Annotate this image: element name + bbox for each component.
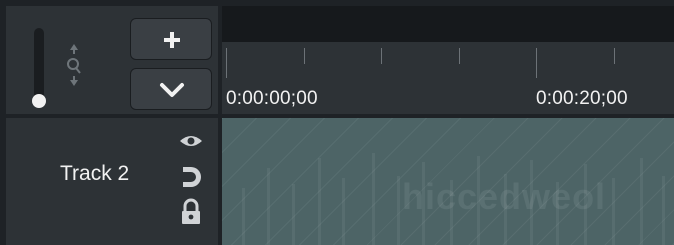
minor-tick	[459, 48, 460, 64]
track-name[interactable]: Track 2	[60, 162, 129, 186]
magnet-icon[interactable]	[180, 164, 202, 190]
add-track-button[interactable]: +	[130, 18, 212, 60]
major-tick	[536, 48, 537, 78]
expand-tracks-button[interactable]	[130, 68, 212, 110]
timeline-controls: +	[6, 6, 218, 114]
ruler-header-strip	[222, 6, 674, 42]
eye-icon[interactable]	[178, 132, 204, 150]
zoom-slider[interactable]	[34, 28, 44, 104]
timecode-label: 0:00:20;00	[536, 88, 628, 109]
plus-icon	[164, 32, 180, 48]
major-tick	[226, 48, 227, 78]
zoom-slider-thumb[interactable]	[32, 94, 46, 108]
minor-tick	[304, 48, 305, 64]
track-2-clip[interactable]: hiccedweol	[222, 118, 674, 245]
chevron-down-icon	[160, 83, 184, 97]
timeline-frame: + 0:00:00;00 0:00:20;00 Track 2	[0, 0, 674, 245]
minor-tick	[381, 48, 382, 64]
track-header[interactable]: Track 2	[6, 118, 218, 245]
minor-tick	[614, 48, 615, 64]
zoom-magnify-icon	[67, 44, 81, 86]
timeline-ruler[interactable]: 0:00:00;00 0:00:20;00	[222, 6, 674, 114]
clip-watermark: hiccedweol	[402, 176, 607, 217]
timecode-label: 0:00:00;00	[226, 88, 318, 109]
lock-icon[interactable]	[180, 198, 202, 226]
